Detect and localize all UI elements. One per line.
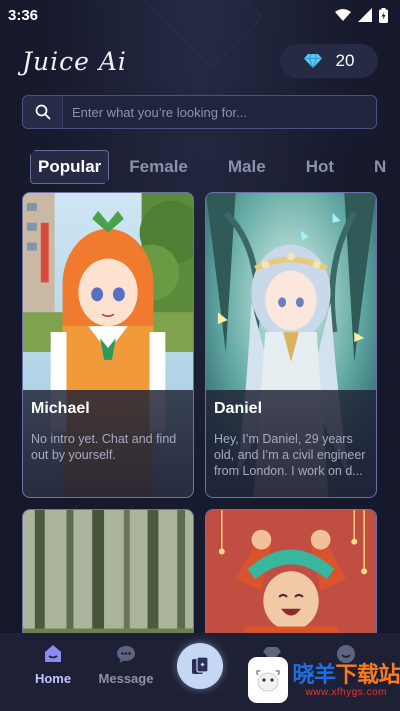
home-icon: [45, 645, 61, 662]
tab-hot[interactable]: Hot: [306, 151, 334, 183]
character-description: Hey, I’m Daniel, 29 years old, and I’m a…: [214, 432, 366, 478]
character-name: Daniel: [214, 400, 263, 417]
battery-icon: [379, 7, 388, 23]
watermark: 晓羊下载站 www.xfhygs.com: [248, 657, 400, 703]
tab-female[interactable]: Female: [129, 151, 188, 183]
watermark-text-a: 晓羊: [292, 661, 336, 687]
cards-icon: [192, 656, 209, 674]
signal-icon: [358, 8, 372, 22]
status-bar: 3:36: [0, 0, 400, 30]
search-input[interactable]: [63, 96, 376, 128]
tab-next[interactable]: N: [374, 151, 386, 183]
character-card[interactable]: Michael No intro yet. Chat and find out …: [22, 192, 194, 498]
wifi-icon: [335, 8, 351, 21]
message-icon: [117, 646, 135, 663]
nav-home-label: Home: [34, 671, 72, 686]
search-icon: [35, 104, 50, 120]
app-logo: Juice Ai: [22, 46, 127, 76]
watermark-text: 晓羊下载站 www.xfhygs.com: [292, 661, 400, 698]
app-header: Juice Ai 20: [22, 43, 378, 79]
nav-message[interactable]: Message: [86, 643, 166, 686]
gem-balance-button[interactable]: 20: [280, 44, 378, 78]
watermark-logo-icon: [248, 657, 289, 703]
card-info: Michael No intro yet. Chat and find out …: [23, 390, 193, 497]
nav-cards-button[interactable]: [177, 643, 223, 689]
character-description: No intro yet. Chat and find out by yours…: [31, 432, 177, 462]
search-button[interactable]: [23, 96, 63, 128]
character-card[interactable]: Daniel Hey, I’m Daniel, 29 years old, an…: [205, 192, 377, 498]
search-bar: [22, 95, 377, 129]
status-time: 3:36: [8, 6, 39, 24]
watermark-text-b: 下载站: [335, 661, 400, 687]
status-icons: [335, 7, 388, 23]
gem-count: 20: [335, 51, 355, 70]
tab-male[interactable]: Male: [228, 151, 266, 183]
nav-home[interactable]: Home: [13, 643, 93, 686]
tab-popular[interactable]: Popular: [30, 150, 109, 184]
watermark-url: www.xfhygs.com: [305, 686, 387, 698]
category-tabs: Popular Female Male Hot N: [30, 150, 400, 184]
character-name: Michael: [31, 400, 90, 417]
nav-message-label: Message: [98, 671, 154, 686]
diamond-icon: [303, 54, 322, 68]
card-info: Daniel Hey, I’m Daniel, 29 years old, an…: [206, 390, 376, 497]
